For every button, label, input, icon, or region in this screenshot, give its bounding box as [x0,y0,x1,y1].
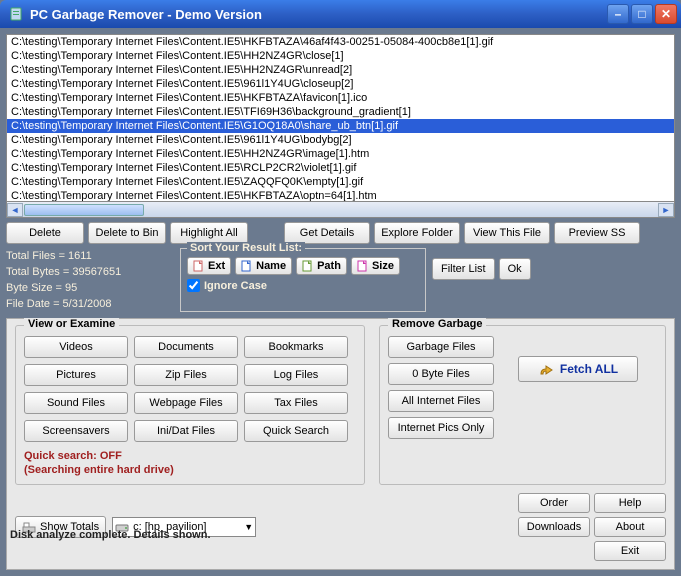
maximize-button[interactable]: □ [631,4,653,24]
delete-to-bin-button[interactable]: Delete to Bin [88,222,166,244]
downloads-button[interactable]: Downloads [518,517,590,537]
total-bytes: Total Bytes = 39567651 [6,264,174,280]
view-examine-group: View or Examine Videos Documents Bookmar… [15,325,365,485]
file-list[interactable]: C:\testing\Temporary Internet Files\Cont… [6,34,675,202]
total-files: Total Files = 1611 [6,248,174,264]
fetch-all-button[interactable]: Fetch ALL [518,356,638,382]
explore-folder-button[interactable]: Explore Folder [374,222,460,244]
view-this-file-button[interactable]: View This File [464,222,550,244]
quick-search-scope: (Searching entire hard drive) [24,464,356,476]
byte-size: Byte Size = 95 [6,280,174,296]
tax-files-button[interactable]: Tax Files [244,392,348,414]
remove-garbage-group: Remove Garbage Garbage Files 0 Byte File… [379,325,666,485]
window-title: PC Garbage Remover - Demo Version [30,7,605,22]
scroll-thumb[interactable] [24,204,144,216]
order-button[interactable]: Order [518,493,590,513]
close-button[interactable]: ✕ [655,4,677,24]
status-text: Disk analyze complete. Details shown. [10,529,211,541]
sort-ext-button[interactable]: Ext [187,257,231,275]
file-row[interactable]: C:\testing\Temporary Internet Files\Cont… [7,35,674,49]
pictures-button[interactable]: Pictures [24,364,128,386]
log-files-button[interactable]: Log Files [244,364,348,386]
sort-group: Sort Your Result List: Ext Name Path Siz… [180,248,426,312]
highlight-all-button[interactable]: Highlight All [170,222,248,244]
all-internet-files-button[interactable]: All Internet Files [388,390,494,412]
file-row[interactable]: C:\testing\Temporary Internet Files\Cont… [7,77,674,91]
exit-button[interactable]: Exit [594,541,666,561]
file-row[interactable]: C:\testing\Temporary Internet Files\Cont… [7,91,674,105]
zip-files-button[interactable]: Zip Files [134,364,238,386]
filter-list-button[interactable]: Filter List [432,258,495,280]
help-button[interactable]: Help [594,493,666,513]
sort-size-button[interactable]: Size [351,257,400,275]
get-details-button[interactable]: Get Details [284,222,370,244]
minimize-button[interactable]: – [607,4,629,24]
delete-button[interactable]: Delete [6,222,84,244]
titlebar: PC Garbage Remover - Demo Version – □ ✕ [0,0,681,28]
quick-search-button[interactable]: Quick Search [244,420,348,442]
inidat-files-button[interactable]: Ini/Dat Files [134,420,238,442]
app-icon [8,6,24,22]
file-row[interactable]: C:\testing\Temporary Internet Files\Cont… [7,119,674,133]
garbage-files-button[interactable]: Garbage Files [388,336,494,358]
file-row[interactable]: C:\testing\Temporary Internet Files\Cont… [7,49,674,63]
dropdown-arrow-icon: ▼ [244,522,253,532]
view-legend: View or Examine [24,318,119,330]
file-row[interactable]: C:\testing\Temporary Internet Files\Cont… [7,175,674,189]
documents-button[interactable]: Documents [134,336,238,358]
file-date: File Date = 5/31/2008 [6,296,174,312]
ignore-case-checkbox[interactable] [187,279,200,292]
file-row[interactable]: C:\testing\Temporary Internet Files\Cont… [7,133,674,147]
remove-legend: Remove Garbage [388,318,486,330]
filter-ok-button[interactable]: Ok [499,258,531,280]
about-button[interactable]: About [594,517,666,537]
file-row[interactable]: C:\testing\Temporary Internet Files\Cont… [7,189,674,202]
file-row[interactable]: C:\testing\Temporary Internet Files\Cont… [7,161,674,175]
file-row[interactable]: C:\testing\Temporary Internet Files\Cont… [7,63,674,77]
screensavers-button[interactable]: Screensavers [24,420,128,442]
quick-search-status: Quick search: OFF [24,450,356,462]
sort-path-button[interactable]: Path [296,257,347,275]
webpage-files-button[interactable]: Webpage Files [134,392,238,414]
sound-files-button[interactable]: Sound Files [24,392,128,414]
bookmarks-button[interactable]: Bookmarks [244,336,348,358]
scroll-left-arrow[interactable]: ◄ [7,203,23,217]
file-row[interactable]: C:\testing\Temporary Internet Files\Cont… [7,105,674,119]
horizontal-scrollbar[interactable]: ◄ ► [6,202,675,218]
scroll-right-arrow[interactable]: ► [658,203,674,217]
ignore-case-label[interactable]: Ignore Case [187,279,419,292]
stats-panel: Total Files = 1611 Total Bytes = 3956765… [6,248,174,312]
preview-ss-button[interactable]: Preview SS [554,222,640,244]
file-row[interactable]: C:\testing\Temporary Internet Files\Cont… [7,147,674,161]
fetch-icon [538,361,554,377]
sort-name-button[interactable]: Name [235,257,292,275]
sort-legend: Sort Your Result List: [187,242,305,254]
zero-byte-files-button[interactable]: 0 Byte Files [388,363,494,385]
videos-button[interactable]: Videos [24,336,128,358]
internet-pics-only-button[interactable]: Internet Pics Only [388,417,494,439]
